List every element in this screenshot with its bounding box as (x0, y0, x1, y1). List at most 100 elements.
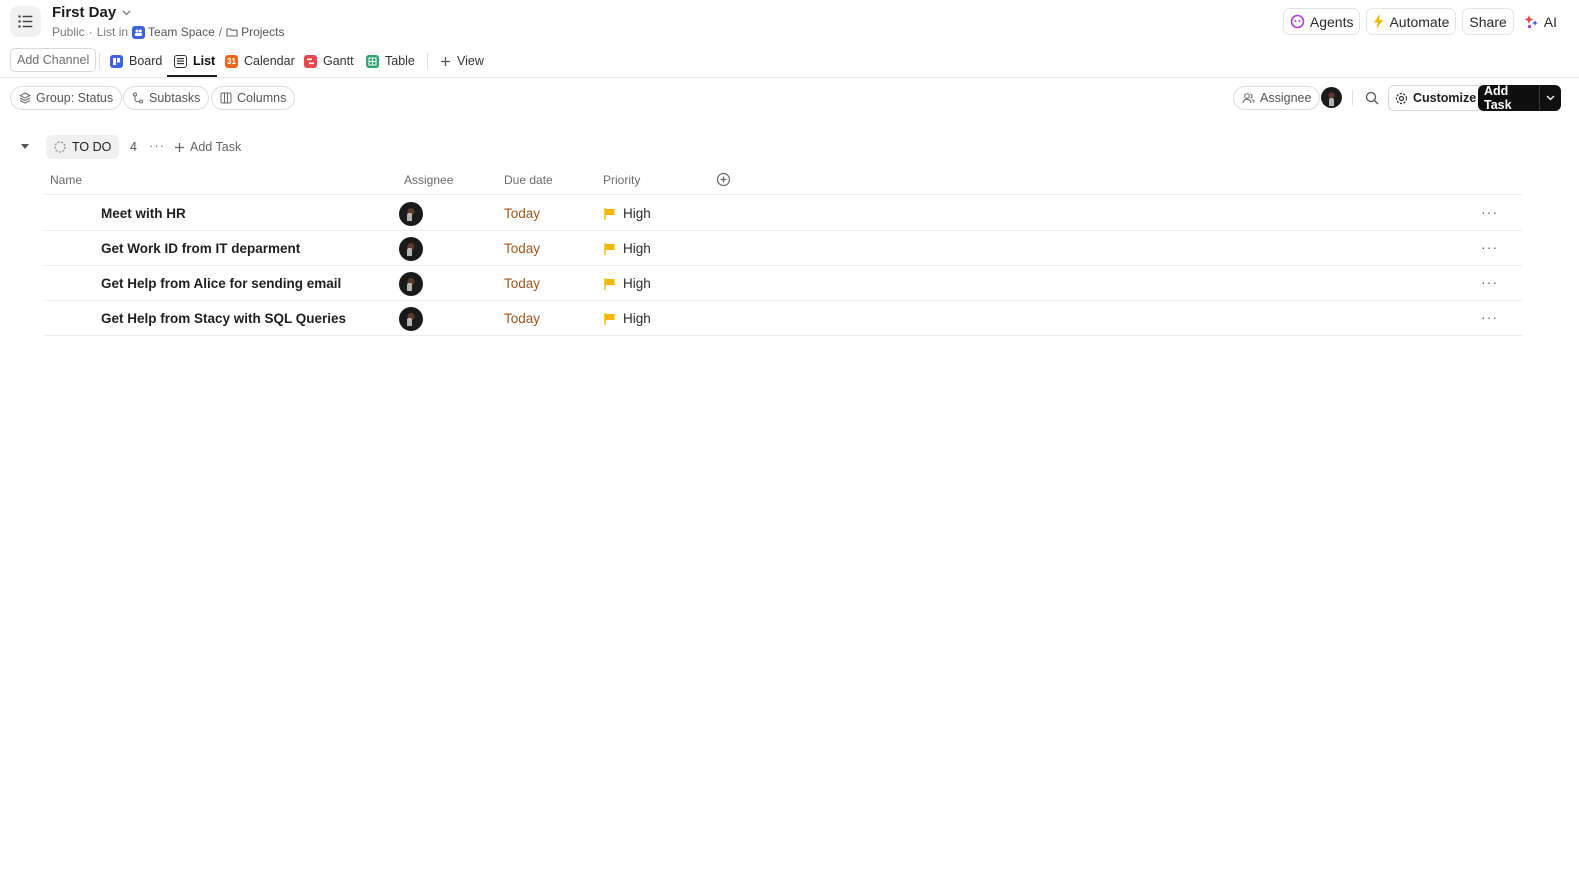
priority[interactable]: High (604, 311, 651, 326)
flag-icon (604, 312, 615, 325)
me-filter-avatar[interactable] (1321, 87, 1342, 111)
flag-icon (604, 207, 615, 220)
breadcrumb-folder[interactable]: Projects (226, 25, 284, 39)
team-space-icon (132, 25, 146, 39)
avatar (399, 272, 423, 296)
priority[interactable]: High (604, 206, 651, 221)
priority[interactable]: High (604, 276, 651, 291)
sidebar-toggle-button[interactable] (10, 6, 41, 37)
lightning-icon (1374, 14, 1384, 29)
add-column-icon[interactable] (716, 172, 731, 187)
column-header-name[interactable]: Name (50, 173, 82, 187)
divider (427, 53, 428, 69)
people-icon (1242, 93, 1255, 104)
table-header: Name Assignee Due date Priority (45, 170, 1522, 195)
group-by-button[interactable]: Group: Status (10, 86, 123, 110)
gantt-icon (304, 54, 317, 68)
column-header-due-date[interactable]: Due date (504, 173, 553, 187)
ai-sparkle-icon (1524, 15, 1538, 29)
due-date[interactable]: Today (504, 206, 540, 221)
subtasks-icon (133, 92, 143, 104)
list-menu-icon (18, 15, 33, 28)
tab-table[interactable]: Table (366, 50, 415, 72)
assignee-filter-button[interactable]: Assignee (1233, 86, 1321, 110)
add-view-button[interactable]: View (440, 50, 484, 72)
board-icon (110, 54, 123, 68)
column-header-priority[interactable]: Priority (603, 173, 640, 187)
active-tab-indicator (167, 75, 217, 77)
search-icon (1365, 91, 1379, 105)
row-more-button[interactable]: ··· (1481, 274, 1498, 290)
page-header: First Day Public · List in Team Space / … (0, 0, 1579, 44)
column-header-assignee[interactable]: Assignee (404, 173, 453, 187)
status-group-header: TO DO 4 ··· Add Task (0, 134, 1579, 160)
flag-icon (604, 277, 615, 290)
customize-button[interactable]: Customize (1388, 85, 1484, 111)
subtasks-button[interactable]: Subtasks (123, 86, 210, 110)
folder-icon (226, 28, 238, 37)
agents-button[interactable]: Agents (1282, 8, 1361, 35)
group-more-button[interactable]: ··· (149, 138, 165, 153)
task-name[interactable]: Get Help from Stacy with SQL Queries (101, 311, 346, 326)
flag-icon (604, 242, 615, 255)
priority[interactable]: High (604, 241, 651, 256)
assignee-avatar[interactable] (399, 202, 423, 226)
plus-icon (175, 142, 184, 152)
table-icon (366, 54, 379, 68)
row-more-button[interactable]: ··· (1481, 309, 1498, 325)
list-in-label: List in (96, 25, 129, 39)
table-row[interactable]: Meet with HR Today High ··· (45, 196, 1522, 231)
table-row[interactable]: Get Work ID from IT deparment Today High… (45, 231, 1522, 266)
due-date[interactable]: Today (504, 241, 540, 256)
assignee-avatar[interactable] (399, 307, 423, 331)
breadcrumb-separator: / (218, 25, 223, 39)
row-more-button[interactable]: ··· (1481, 239, 1498, 255)
columns-icon (220, 92, 232, 104)
layers-icon (19, 92, 31, 104)
plus-icon (441, 56, 450, 66)
table-row[interactable]: Get Help from Stacy with SQL Queries Tod… (45, 301, 1522, 336)
tab-board[interactable]: Board (110, 50, 162, 72)
add-task-dropdown[interactable] (1539, 85, 1561, 111)
tab-list[interactable]: List (174, 50, 215, 72)
tab-gantt[interactable]: Gantt (304, 50, 354, 72)
status-badge[interactable]: TO DO (46, 135, 120, 159)
avatar (399, 237, 423, 261)
task-name[interactable]: Meet with HR (101, 206, 186, 221)
add-channel-button[interactable]: Add Channel (10, 48, 97, 72)
add-task-button[interactable]: Add Task (1478, 84, 1561, 112)
group-add-task-button[interactable]: Add Task (174, 140, 241, 154)
chevron-down-icon (1546, 95, 1555, 101)
automate-button[interactable]: Automate (1366, 8, 1457, 35)
table-row[interactable]: Get Help from Alice for sending email To… (45, 266, 1522, 301)
divider (1352, 90, 1353, 106)
due-date[interactable]: Today (504, 311, 540, 326)
task-name[interactable]: Get Help from Alice for sending email (101, 276, 341, 291)
tab-calendar[interactable]: 31 Calendar (225, 50, 295, 72)
row-more-button[interactable]: ··· (1481, 204, 1498, 220)
list-icon (174, 54, 187, 68)
gear-icon (1395, 92, 1408, 104)
assignee-avatar[interactable] (399, 272, 423, 296)
visibility-label[interactable]: Public (52, 25, 85, 39)
avatar (399, 202, 423, 226)
task-name[interactable]: Get Work ID from IT deparment (101, 241, 300, 256)
columns-button[interactable]: Columns (211, 86, 296, 110)
group-task-count: 4 (130, 140, 137, 154)
page-title[interactable]: First Day (52, 4, 284, 22)
due-date[interactable]: Today (504, 276, 540, 291)
breadcrumb: Public · List in Team Space / Projects (52, 25, 285, 39)
chevron-down-icon (122, 10, 131, 16)
avatar (399, 307, 423, 331)
search-button[interactable] (1360, 86, 1384, 110)
list-toolbar: Group: Status Subtasks Columns Assignee … (0, 84, 1579, 112)
dashed-circle-icon (54, 141, 66, 153)
share-button[interactable]: Share (1462, 8, 1514, 35)
breadcrumb-workspace[interactable]: Team Space (132, 25, 215, 39)
assignee-avatar[interactable] (399, 237, 423, 261)
ai-button[interactable]: AI (1519, 8, 1561, 35)
page-title-text: First Day (52, 4, 117, 21)
agents-icon (1290, 14, 1305, 29)
collapse-caret-icon[interactable] (20, 143, 30, 150)
calendar-icon: 31 (225, 54, 238, 68)
